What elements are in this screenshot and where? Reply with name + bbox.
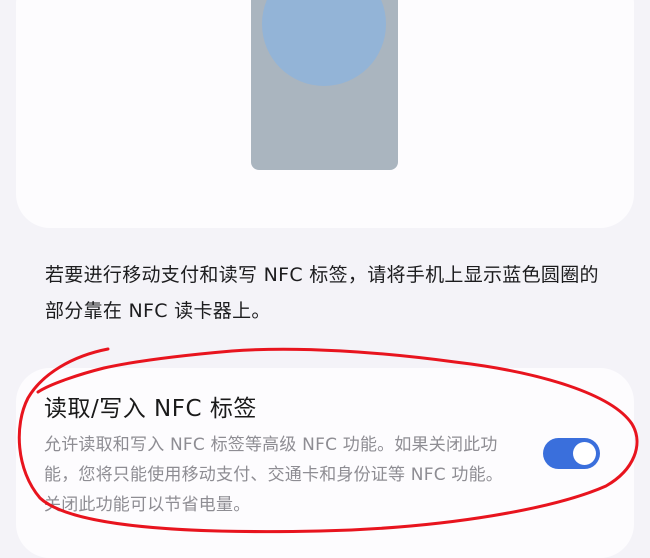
toggle-knob (573, 442, 596, 465)
nfc-instruction-text: 若要进行移动支付和读写 NFC 标签，请将手机上显示蓝色圆圈的部分靠在 NFC … (45, 264, 599, 322)
phone-illustration (251, 0, 398, 170)
nfc-area-circle (262, 0, 386, 86)
setting-title: 读取/写入 NFC 标签 (44, 396, 257, 422)
read-write-nfc-toggle[interactable] (543, 438, 600, 469)
setting-description: 允许读取和写入 NFC 标签等高级 NFC 功能。如果关闭此功能，您将只能使用移… (44, 435, 503, 515)
